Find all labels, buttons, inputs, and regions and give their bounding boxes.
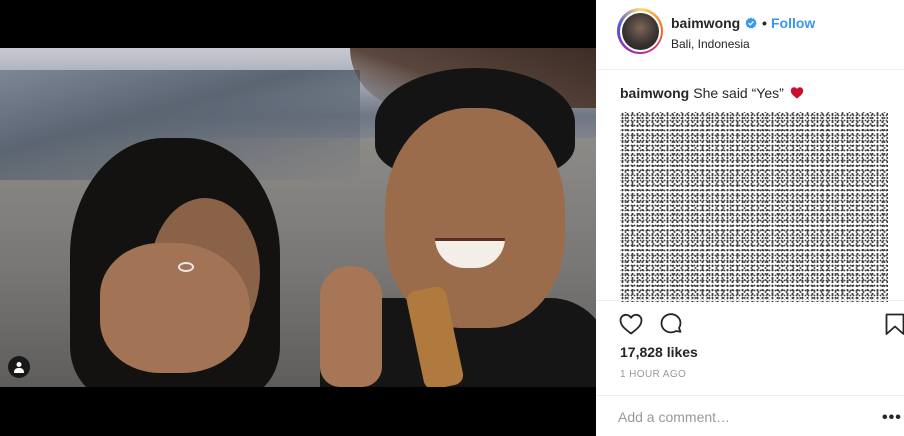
post-timestamp[interactable]: 1 HOUR AGO (620, 369, 686, 380)
photo-ring (178, 262, 194, 272)
post-header: baimwong • Follow Bali, Indonesia (596, 0, 904, 70)
heart-outline-icon[interactable] (618, 311, 644, 337)
comment-bar: ••• (596, 395, 904, 436)
post-photo[interactable] (0, 48, 596, 387)
red-heart-icon (790, 87, 803, 99)
verified-badge-icon (745, 17, 757, 29)
caption-text: She said “Yes” (693, 85, 784, 101)
comment-input[interactable] (618, 406, 854, 428)
username-link[interactable]: baimwong (671, 15, 740, 31)
caption-username[interactable]: baimwong (620, 85, 689, 101)
post-sidebar: baimwong • Follow Bali, Indonesia baimwo… (596, 0, 904, 436)
likes-count[interactable]: 17,828 likes (620, 344, 698, 360)
action-bar (596, 300, 904, 344)
location-link[interactable]: Bali, Indonesia (671, 37, 750, 51)
bookmark-icon[interactable] (882, 311, 904, 337)
avatar[interactable] (621, 12, 659, 50)
follow-button[interactable]: Follow (771, 15, 815, 31)
avatar-frame (619, 10, 661, 52)
header-separator: • (762, 15, 767, 31)
more-options-button[interactable]: ••• (882, 409, 902, 427)
user-tag-icon[interactable] (8, 356, 30, 378)
photo-woman-hand (100, 243, 250, 373)
post-media[interactable] (0, 0, 596, 436)
story-ring[interactable] (617, 8, 663, 54)
photo-thumbs-up (320, 266, 382, 387)
comment-bubble-icon[interactable] (658, 311, 684, 337)
redacted-comments (620, 112, 888, 302)
caption: baimwong She said “Yes” (620, 85, 804, 101)
